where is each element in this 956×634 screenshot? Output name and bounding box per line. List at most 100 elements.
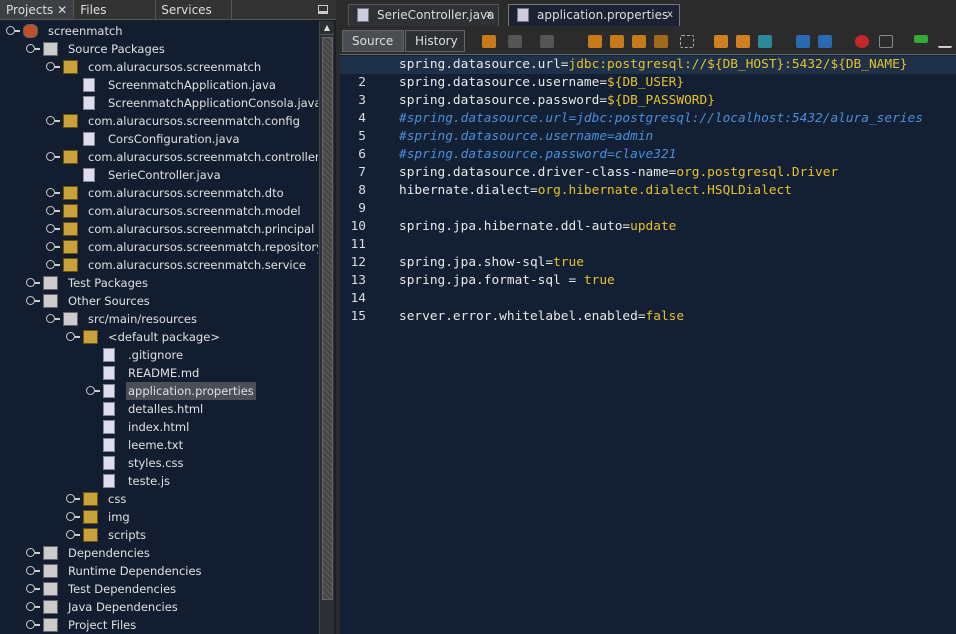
code-line[interactable]: spring.datasource.password=${DB_PASSWORD…	[399, 92, 715, 110]
tree-item[interactable]: .gitignore	[128, 346, 183, 364]
tree-item[interactable]: teste.js	[128, 472, 170, 490]
find-previous-icon[interactable]	[610, 35, 624, 48]
find-next-icon[interactable]	[632, 35, 646, 48]
tree-item[interactable]: com.aluracursos.screenmatch.model	[88, 202, 301, 220]
rectangular-selection-icon[interactable]	[680, 35, 694, 48]
next-bookmark-icon[interactable]	[736, 35, 750, 48]
tree-item[interactable]: Dependencies	[68, 544, 150, 562]
collapse-toggle-icon[interactable]	[46, 314, 60, 323]
shift-left-icon[interactable]	[796, 35, 810, 48]
tree-item[interactable]: CorsConfiguration.java	[108, 130, 240, 148]
tree-item[interactable]: Runtime Dependencies	[68, 562, 202, 580]
expand-toggle-icon[interactable]	[26, 584, 40, 593]
tree-scrollbar[interactable]: ▲	[319, 21, 334, 634]
code-line[interactable]: spring.datasource.driver-class-name=org.…	[399, 164, 838, 182]
code-line[interactable]: spring.datasource.username=${DB_USER}	[399, 74, 684, 92]
expand-toggle-icon[interactable]	[26, 278, 40, 287]
expand-toggle-icon[interactable]	[46, 260, 60, 269]
tree-item[interactable]: Other Sources	[68, 292, 150, 310]
expand-toggle-icon[interactable]	[66, 530, 80, 539]
code-line[interactable]: #spring.datasource.username=admin	[399, 128, 653, 146]
scrollbar-thumb[interactable]	[322, 37, 333, 600]
forward-icon[interactable]	[540, 35, 554, 48]
minimize-icon[interactable]	[318, 5, 328, 14]
tree-item[interactable]: detalles.html	[128, 400, 203, 418]
tree-item[interactable]: Source Packages	[68, 40, 165, 58]
tree-item[interactable]: styles.css	[128, 454, 184, 472]
scroll-up-arrow-icon[interactable]: ▲	[320, 21, 334, 35]
shift-right-icon[interactable]	[818, 35, 832, 48]
toggle-bookmark-icon[interactable]	[758, 35, 772, 48]
code-line[interactable]: spring.jpa.show-sql=true	[399, 254, 584, 272]
uncomment-icon[interactable]	[938, 35, 952, 48]
tree-item[interactable]: scripts	[108, 526, 146, 544]
tree-item[interactable]: README.md	[128, 364, 199, 382]
collapse-toggle-icon[interactable]	[26, 44, 40, 53]
tree-item[interactable]: com.aluracursos.screenmatch.dto	[88, 184, 284, 202]
stop-macro-icon[interactable]	[879, 35, 893, 48]
expand-toggle-icon[interactable]	[86, 386, 100, 395]
tree-item[interactable]: leeme.txt	[128, 436, 183, 454]
tree-item[interactable]: Project Files	[68, 616, 136, 634]
back-icon[interactable]	[508, 35, 522, 48]
code-line[interactable]: #spring.datasource.password=clave321	[399, 146, 676, 164]
code-line[interactable]: spring.jpa.hibernate.ddl-auto=update	[399, 218, 676, 236]
expand-toggle-icon[interactable]	[46, 188, 60, 197]
tree-item[interactable]: Test Packages	[68, 274, 148, 292]
tree-item[interactable]: application.properties	[126, 382, 256, 400]
collapse-toggle-icon[interactable]	[46, 62, 60, 71]
tree-item[interactable]: com.aluracursos.screenmatch.controller	[88, 148, 318, 166]
code-line[interactable]: spring.jpa.format-sql = true	[399, 272, 615, 290]
code-line[interactable]: server.error.whitelabel.enabled=false	[399, 308, 684, 326]
collapse-toggle-icon[interactable]	[6, 26, 20, 35]
tree-item[interactable]: css	[108, 490, 126, 508]
code-line[interactable]: spring.datasource.url=jdbc:postgresql://…	[340, 56, 956, 74]
tree-item[interactable]: com.aluracursos.screenmatch.service	[88, 256, 306, 274]
code-line[interactable]: #spring.datasource.url=jdbc:postgresql:/…	[399, 110, 923, 128]
collapse-toggle-icon[interactable]	[26, 296, 40, 305]
tree-item[interactable]: img	[108, 508, 130, 526]
tab-files[interactable]: Files	[74, 0, 157, 19]
expand-toggle-icon[interactable]	[46, 224, 60, 233]
last-edit-icon[interactable]	[482, 35, 496, 48]
tree-item[interactable]: com.aluracursos.screenmatch	[88, 58, 261, 76]
close-tab-icon[interactable]: x	[667, 5, 673, 25]
expand-toggle-icon[interactable]	[46, 206, 60, 215]
previous-bookmark-icon[interactable]	[714, 35, 728, 48]
expand-toggle-icon[interactable]	[26, 602, 40, 611]
tab-services[interactable]: Services	[156, 0, 233, 19]
expand-toggle-icon[interactable]	[26, 566, 40, 575]
editor-tab-seriecontroller[interactable]: SerieController.java x	[348, 4, 499, 26]
record-macro-icon[interactable]	[855, 35, 869, 48]
expand-toggle-icon[interactable]	[46, 242, 60, 251]
tree-item[interactable]: com.aluracursos.screenmatch.principal	[88, 220, 314, 238]
history-button[interactable]: History	[405, 30, 465, 52]
tree-item[interactable]: <default package>	[108, 328, 220, 346]
tree-item[interactable]: Java Dependencies	[68, 598, 178, 616]
tree-item[interactable]: screenmatch	[48, 22, 123, 40]
code-line[interactable]: hibernate.dialect=org.hibernate.dialect.…	[399, 182, 792, 200]
comment-icon[interactable]	[914, 35, 928, 43]
expand-toggle-icon[interactable]	[26, 620, 40, 629]
toggle-highlight-icon[interactable]	[654, 35, 668, 48]
source-button[interactable]: Source	[342, 30, 404, 52]
tree-item[interactable]: Test Dependencies	[68, 580, 176, 598]
tab-projects[interactable]: Projects ✕	[0, 0, 75, 19]
tree-item[interactable]: index.html	[128, 418, 189, 436]
collapse-toggle-icon[interactable]	[46, 116, 60, 125]
tree-item[interactable]: src/main/resources	[88, 310, 197, 328]
editor-tab-application-properties[interactable]: application.properties x	[508, 4, 680, 26]
tree-item[interactable]: ScreenmatchApplicationConsola.java	[108, 94, 318, 112]
close-tab-icon[interactable]: x	[486, 5, 492, 25]
find-selection-icon[interactable]	[588, 35, 602, 48]
tree-item[interactable]: com.aluracursos.screenmatch.repository	[88, 238, 318, 256]
close-icon[interactable]: ✕	[57, 3, 67, 17]
tree-item[interactable]: SerieController.java	[108, 166, 221, 184]
expand-toggle-icon[interactable]	[66, 494, 80, 503]
collapse-toggle-icon[interactable]	[66, 332, 80, 341]
collapse-toggle-icon[interactable]	[46, 152, 60, 161]
tree-item[interactable]: ScreenmatchApplication.java	[108, 76, 276, 94]
expand-toggle-icon[interactable]	[26, 548, 40, 557]
code-editor[interactable]: 123456789101112131415 spring.datasource.…	[340, 56, 956, 634]
expand-toggle-icon[interactable]	[66, 512, 80, 521]
